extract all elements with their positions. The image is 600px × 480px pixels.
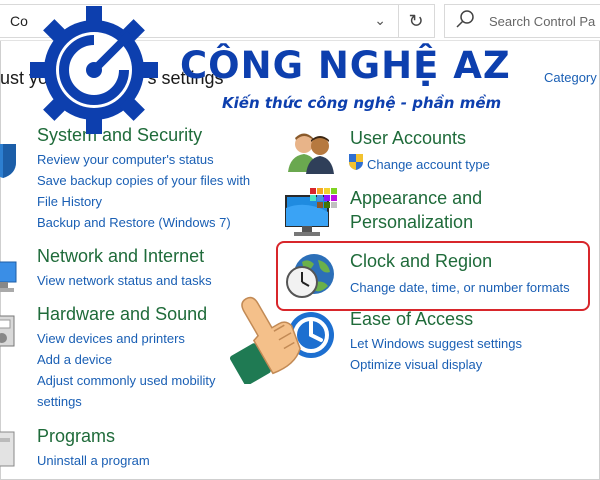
search-icon <box>456 10 474 28</box>
system-security-icon[interactable] <box>0 140 20 180</box>
review-status-link[interactable]: Review your computer's status <box>37 149 267 170</box>
mobility-settings-link[interactable]: Adjust commonly used mobility settings <box>37 370 237 412</box>
network-internet-title[interactable]: Network and Internet <box>37 245 267 267</box>
category-ease-of-access: Ease of Access Let Windows suggest setti… <box>350 308 590 375</box>
network-icon[interactable] <box>0 258 20 298</box>
change-account-type-link[interactable]: Change account type <box>350 154 590 175</box>
breadcrumb[interactable]: Co <box>10 13 28 29</box>
optimize-display-link[interactable]: Optimize visual display <box>350 354 590 375</box>
search-placeholder: Search Control Pa <box>489 14 596 29</box>
gear-logo-icon <box>30 6 158 134</box>
appearance-icon[interactable] <box>284 186 340 240</box>
programs-title[interactable]: Programs <box>37 425 267 447</box>
programs-icon[interactable] <box>0 428 20 472</box>
chevron-down-icon[interactable]: ⌄ <box>374 12 386 29</box>
hardware-sound-icon[interactable] <box>0 312 20 358</box>
watermark-brand: CÔNG NGHỆ AZ <box>180 44 511 87</box>
search-box[interactable]: Search Control Pa <box>444 4 600 38</box>
uninstall-program-link[interactable]: Uninstall a program <box>37 450 267 471</box>
pointing-hand-icon <box>229 296 301 384</box>
category-programs: Programs Uninstall a program <box>37 425 267 471</box>
user-accounts-icon[interactable] <box>286 130 336 174</box>
highlight-box <box>276 241 590 311</box>
refresh-button[interactable]: ↻ <box>398 4 435 38</box>
ease-of-access-title[interactable]: Ease of Access <box>350 308 590 330</box>
suggest-settings-link[interactable]: Let Windows suggest settings <box>350 333 590 354</box>
watermark-tagline: Kiến thức công nghệ - phần mềm <box>222 94 502 112</box>
category-appearance: Appearance and Personalization <box>350 186 540 234</box>
backup-restore-link[interactable]: Backup and Restore (Windows 7) <box>37 212 267 233</box>
appearance-title[interactable]: Appearance and Personalization <box>350 186 540 234</box>
file-history-link[interactable]: Save backup copies of your files with Fi… <box>37 170 265 212</box>
view-by-dropdown[interactable]: Category ▾ <box>544 70 600 86</box>
category-user-accounts: User Accounts Change account type <box>350 127 590 175</box>
category-system-security: System and Security Review your computer… <box>37 124 267 233</box>
user-accounts-title[interactable]: User Accounts <box>350 127 590 149</box>
